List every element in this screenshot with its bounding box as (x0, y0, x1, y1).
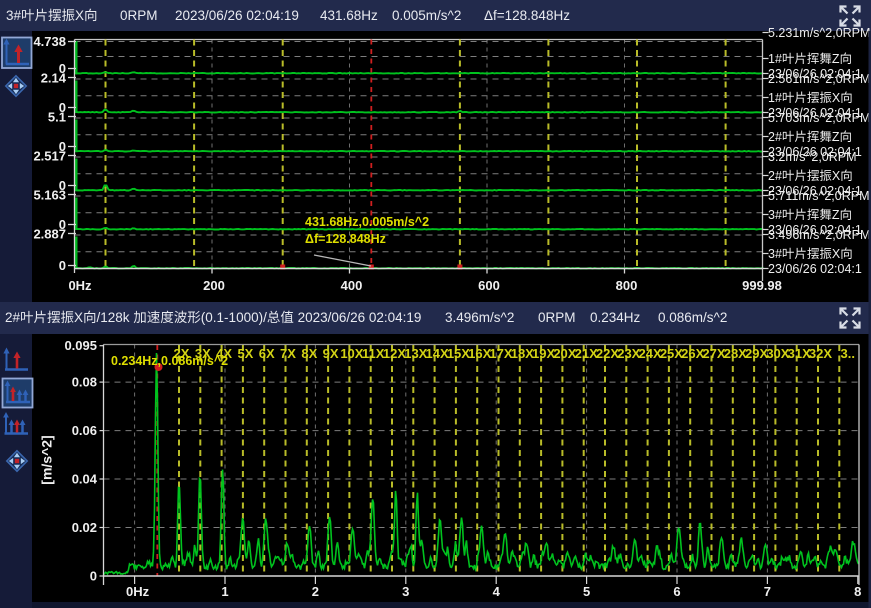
svg-text:21X: 21X (575, 346, 598, 361)
svg-text:5.711m/s^2,0RPM: 5.711m/s^2,0RPM (768, 189, 870, 203)
svg-text:2.14: 2.14 (41, 71, 67, 86)
svg-text:10X: 10X (340, 346, 363, 361)
svg-text:Z: Z (832, 130, 840, 144)
svg-text:800: 800 (616, 278, 638, 293)
svg-text:30X: 30X (766, 346, 789, 361)
svg-text:9X: 9X (323, 346, 339, 361)
svg-text:X: X (832, 169, 841, 183)
svg-text:0.234Hz: 0.234Hz (590, 310, 641, 325)
svg-text:2.517: 2.517 (33, 149, 66, 164)
svg-text:999.98: 999.98 (742, 278, 782, 293)
svg-text:X: X (75, 8, 84, 23)
svg-text:8: 8 (854, 584, 861, 599)
svg-text:11X: 11X (362, 346, 385, 361)
svg-text:23X: 23X (617, 346, 640, 361)
svg-text:0.08: 0.08 (72, 375, 97, 390)
svg-text:2.561m/s^2,0RPM: 2.561m/s^2,0RPM (768, 72, 870, 86)
svg-text:0Hz: 0Hz (126, 584, 150, 599)
svg-text:23/06/26 02:04:1: 23/06/26 02:04:1 (768, 262, 862, 276)
svg-text:8X: 8X (301, 346, 317, 361)
svg-text:6: 6 (673, 584, 680, 599)
svg-text:19X: 19X (532, 346, 555, 361)
svg-text:3..: 3.. (841, 346, 855, 361)
svg-text:6X: 6X (259, 346, 275, 361)
svg-text:1#: 1# (768, 91, 782, 105)
svg-text:0RPM: 0RPM (120, 8, 158, 23)
svg-text:4: 4 (493, 584, 501, 599)
svg-text:[m/s^2]: [m/s^2] (39, 435, 55, 484)
svg-text:5.231m/s^2,0RPM: 5.231m/s^2,0RPM (768, 26, 870, 40)
svg-text:X: X (832, 91, 841, 105)
svg-text:2023/06/26 02:04:19: 2023/06/26 02:04:19 (294, 310, 422, 325)
svg-text:5.1: 5.1 (48, 110, 66, 125)
svg-text:0.095: 0.095 (64, 338, 97, 353)
svg-text:X: X (74, 310, 83, 325)
svg-text:1: 1 (221, 584, 228, 599)
svg-text:18X: 18X (511, 346, 534, 361)
svg-text:(0.1-1000)/: (0.1-1000)/ (201, 310, 267, 325)
svg-text:22X: 22X (596, 346, 619, 361)
svg-text:3.496m/s^2,0RPM: 3.496m/s^2,0RPM (768, 228, 870, 242)
svg-text:5: 5 (583, 584, 590, 599)
svg-text:7: 7 (764, 584, 771, 599)
svg-text:4.738: 4.738 (33, 34, 66, 49)
svg-text:3#: 3# (768, 208, 782, 222)
svg-text:/128k: /128k (97, 310, 134, 325)
svg-text:1#: 1# (768, 52, 782, 66)
svg-text:3#: 3# (768, 247, 782, 261)
svg-text:3: 3 (402, 584, 409, 599)
svg-text:0.086m/s^2: 0.086m/s^2 (658, 310, 727, 325)
svg-text:431.68Hz: 431.68Hz (320, 8, 378, 23)
svg-text:5.163: 5.163 (33, 188, 66, 203)
svg-text:28X: 28X (724, 346, 747, 361)
svg-text:0.005m/s^2: 0.005m/s^2 (392, 8, 461, 23)
svg-text:12X: 12X (383, 346, 406, 361)
svg-text:Z: Z (832, 208, 840, 222)
svg-text:3#: 3# (6, 8, 22, 23)
svg-text:0: 0 (59, 258, 66, 273)
svg-text:2#: 2# (768, 130, 782, 144)
svg-text:2023/06/26 02:04:19: 2023/06/26 02:04:19 (175, 8, 299, 23)
svg-text:3.496m/s^2: 3.496m/s^2 (445, 310, 514, 325)
svg-text:5.703m/s^2,0RPM: 5.703m/s^2,0RPM (768, 111, 870, 125)
svg-text:25X: 25X (660, 346, 683, 361)
svg-text:0.234Hz,0.086m/s^2: 0.234Hz,0.086m/s^2 (111, 354, 228, 368)
svg-text:0.04: 0.04 (72, 472, 98, 487)
svg-text:600: 600 (478, 278, 500, 293)
svg-text:431.68Hz,0.005m/s^2: 431.68Hz,0.005m/s^2 (305, 215, 429, 229)
svg-text:17X: 17X (489, 346, 512, 361)
svg-text:Z: Z (832, 52, 840, 66)
svg-text:0: 0 (90, 569, 97, 584)
svg-text:Δf=128.848Hz: Δf=128.848Hz (305, 232, 386, 246)
svg-text:Δf=128.848Hz: Δf=128.848Hz (484, 8, 570, 23)
svg-text:X: X (832, 247, 841, 261)
svg-text:0RPM: 0RPM (538, 310, 576, 325)
svg-text:20X: 20X (553, 346, 576, 361)
svg-text:2: 2 (312, 584, 319, 599)
svg-text:32X: 32X (809, 346, 832, 361)
svg-text:15X: 15X (447, 346, 470, 361)
svg-text:7X: 7X (280, 346, 296, 361)
svg-text:0.06: 0.06 (72, 423, 97, 438)
svg-text:0Hz: 0Hz (68, 278, 92, 293)
svg-text:200: 200 (203, 278, 225, 293)
svg-text:24X: 24X (639, 346, 662, 361)
svg-text:14X: 14X (426, 346, 449, 361)
svg-text:2#: 2# (5, 310, 21, 325)
svg-text:400: 400 (341, 278, 363, 293)
svg-text:0.02: 0.02 (72, 520, 97, 535)
svg-text:27X: 27X (702, 346, 725, 361)
svg-text:2#: 2# (768, 169, 782, 183)
svg-text:3.2m/s^2,0RPM: 3.2m/s^2,0RPM (768, 150, 857, 164)
svg-text:31X: 31X (788, 346, 811, 361)
svg-text:13X: 13X (404, 346, 427, 361)
svg-text:16X: 16X (468, 346, 491, 361)
svg-text:26X: 26X (681, 346, 704, 361)
svg-text:29X: 29X (745, 346, 768, 361)
svg-text:5X: 5X (237, 346, 253, 361)
svg-text:2.887: 2.887 (33, 227, 66, 242)
